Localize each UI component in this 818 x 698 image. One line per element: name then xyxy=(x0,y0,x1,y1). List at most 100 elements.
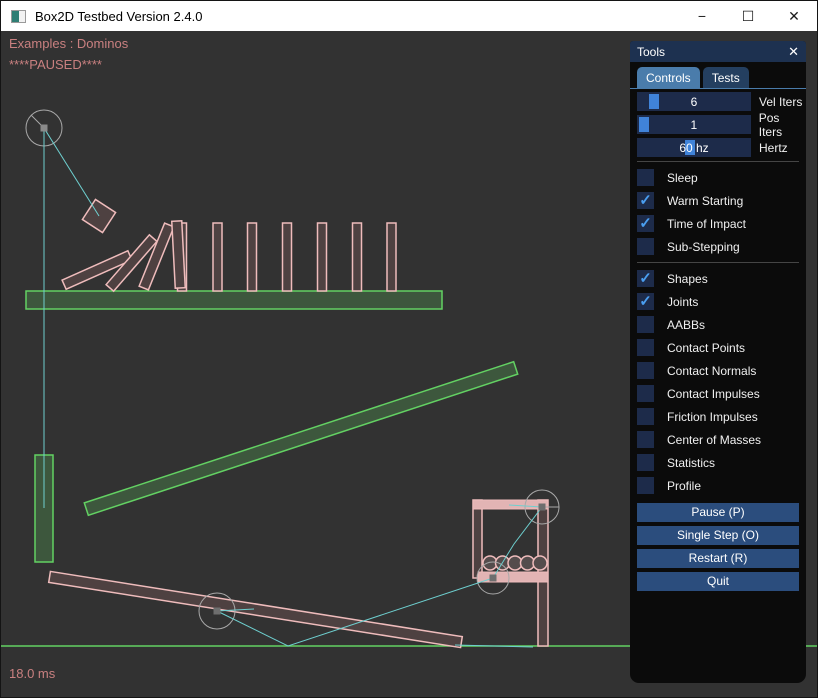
slider-track[interactable]: 6 xyxy=(637,92,751,111)
separator xyxy=(637,161,799,162)
slider-section: 6Vel Iters1Pos Iters60 hzHertz xyxy=(630,92,806,157)
single-step-o-button[interactable]: Single Step (O) xyxy=(637,526,799,545)
maximize-button[interactable]: ☐ xyxy=(725,1,771,31)
checkbox-box[interactable] xyxy=(637,339,654,356)
minimize-button[interactable]: − xyxy=(679,1,725,31)
checkbox-box[interactable] xyxy=(637,385,654,402)
checkbox-box[interactable]: ✓ xyxy=(637,192,654,209)
slider-track[interactable]: 60 hz xyxy=(637,138,751,157)
checkbox-box[interactable] xyxy=(637,362,654,379)
body-origin-marker xyxy=(490,575,497,582)
joint-line xyxy=(44,128,99,216)
slider-label: Hertz xyxy=(759,141,788,155)
checkmark-icon: ✓ xyxy=(639,193,652,208)
paused-label: ****PAUSED**** xyxy=(9,57,102,72)
checkbox-label: Joints xyxy=(667,295,698,309)
window-title: Box2D Testbed Version 2.4.0 xyxy=(35,9,202,24)
checkbox-label: Sub-Stepping xyxy=(667,240,740,254)
frame-shelf[interactable] xyxy=(478,572,548,582)
separator xyxy=(637,262,799,263)
checkbox-contact-points[interactable]: Contact Points xyxy=(630,336,806,359)
frame-top-beam[interactable] xyxy=(473,500,548,509)
domino[interactable] xyxy=(283,223,292,291)
checkbox-aabbs[interactable]: AABBs xyxy=(630,313,806,336)
checkbox-sub-stepping[interactable]: Sub-Stepping xyxy=(630,235,806,258)
slider-value: 60 hz xyxy=(637,138,751,157)
checkbox-label: Statistics xyxy=(667,456,715,470)
domino[interactable] xyxy=(213,223,222,291)
window-titlebar[interactable]: Box2D Testbed Version 2.4.0 − ☐ ✕ xyxy=(1,1,817,31)
checkbox-label: Contact Normals xyxy=(667,364,756,378)
checkbox-box[interactable] xyxy=(637,431,654,448)
domino[interactable] xyxy=(387,223,396,291)
domino[interactable] xyxy=(248,223,257,291)
checkbox-joints[interactable]: ✓ Joints xyxy=(630,290,806,313)
checkbox-box[interactable] xyxy=(637,316,654,333)
checkbox-box[interactable] xyxy=(637,454,654,471)
checkbox-profile[interactable]: Profile xyxy=(630,474,806,497)
domino-platform xyxy=(26,291,442,309)
button-section: Pause (P) Single Step (O) Restart (R) Quit xyxy=(630,503,806,591)
seesaw-plank[interactable] xyxy=(49,571,463,647)
checkbox-statistics[interactable]: Statistics xyxy=(630,451,806,474)
checkbox-warm-starting[interactable]: ✓Warm Starting xyxy=(630,189,806,212)
checkbox-contact-normals[interactable]: Contact Normals xyxy=(630,359,806,382)
checkbox-box[interactable] xyxy=(637,238,654,255)
ball[interactable] xyxy=(533,556,547,570)
slider-value: 6 xyxy=(637,92,751,111)
domino[interactable] xyxy=(318,223,327,291)
close-button[interactable]: ✕ xyxy=(771,1,817,31)
body-origin-marker xyxy=(539,504,546,511)
app-icon xyxy=(11,10,26,23)
checkbox-time-of-impact[interactable]: ✓ Time of Impact xyxy=(630,212,806,235)
body-origin-marker xyxy=(214,608,221,615)
checkbox-label: Center of Masses xyxy=(667,433,761,447)
checkbox-box[interactable] xyxy=(637,477,654,494)
tab-tests[interactable]: Tests xyxy=(703,67,749,88)
tools-panel-titlebar[interactable]: Tools ✕ xyxy=(630,41,806,62)
domino[interactable] xyxy=(353,223,362,291)
checkbox-box[interactable] xyxy=(637,169,654,186)
frame-time-label: 18.0 ms xyxy=(9,666,55,681)
body-origin-marker xyxy=(41,125,48,132)
checkbox-center-of-masses[interactable]: Center of Masses xyxy=(630,428,806,451)
slider-label: Vel Iters xyxy=(759,95,802,109)
checkbox-friction-impulses[interactable]: Friction Impulses xyxy=(630,405,806,428)
slider-row-pos-iters: 1Pos Iters xyxy=(637,115,806,134)
tools-panel-title: Tools xyxy=(637,45,665,59)
example-label: Examples : Dominos xyxy=(9,36,128,51)
frame-left-post[interactable] xyxy=(473,500,482,578)
checkmark-icon: ✓ xyxy=(639,271,652,286)
checkbox-label: Friction Impulses xyxy=(667,410,758,424)
checkbox-label: Contact Points xyxy=(667,341,745,355)
pause-p-button[interactable]: Pause (P) xyxy=(637,503,799,522)
slider-track[interactable]: 1 xyxy=(637,115,751,134)
slider-row-hertz: 60 hz Hertz xyxy=(637,138,806,157)
checkbox-box[interactable]: ✓ xyxy=(637,215,654,232)
tab-controls[interactable]: Controls xyxy=(637,67,700,88)
checkbox-box[interactable] xyxy=(637,408,654,425)
checkmark-icon: ✓ xyxy=(639,216,652,231)
angled-ramp xyxy=(84,362,517,516)
tools-panel: Tools ✕ ControlsTests 6Vel Iters1Pos Ite… xyxy=(630,41,806,683)
checkbox-contact-impulses[interactable]: Contact Impulses xyxy=(630,382,806,405)
checkbox-box[interactable]: ✓ xyxy=(637,270,654,287)
checkbox-shapes[interactable]: ✓ Shapes xyxy=(630,267,806,290)
checkbox-label: Time of Impact xyxy=(667,217,746,231)
quit-button[interactable]: Quit xyxy=(637,572,799,591)
restart-r-button[interactable]: Restart (R) xyxy=(637,549,799,568)
checkbox-box[interactable]: ✓ xyxy=(637,293,654,310)
slider-row-vel-iters: 6 Vel Iters xyxy=(637,92,806,111)
checkbox-label: AABBs xyxy=(667,318,705,332)
checkbox-label: Shapes xyxy=(667,272,708,286)
slider-label: Pos Iters xyxy=(759,111,806,139)
slider-value: 1 xyxy=(637,115,751,134)
app-window: Examples : Dominos ****PAUSED**** 18.0 m… xyxy=(0,0,818,698)
panel-close-icon[interactable]: ✕ xyxy=(788,44,799,60)
checkbox-sleep[interactable]: Sleep xyxy=(630,166,806,189)
checkbox-label: Sleep xyxy=(667,171,698,185)
checkbox-label: Profile xyxy=(667,479,701,493)
checkbox-label: Contact Impulses xyxy=(667,387,760,401)
tab-bar: ControlsTests xyxy=(630,67,806,89)
checkmark-icon: ✓ xyxy=(639,294,652,309)
